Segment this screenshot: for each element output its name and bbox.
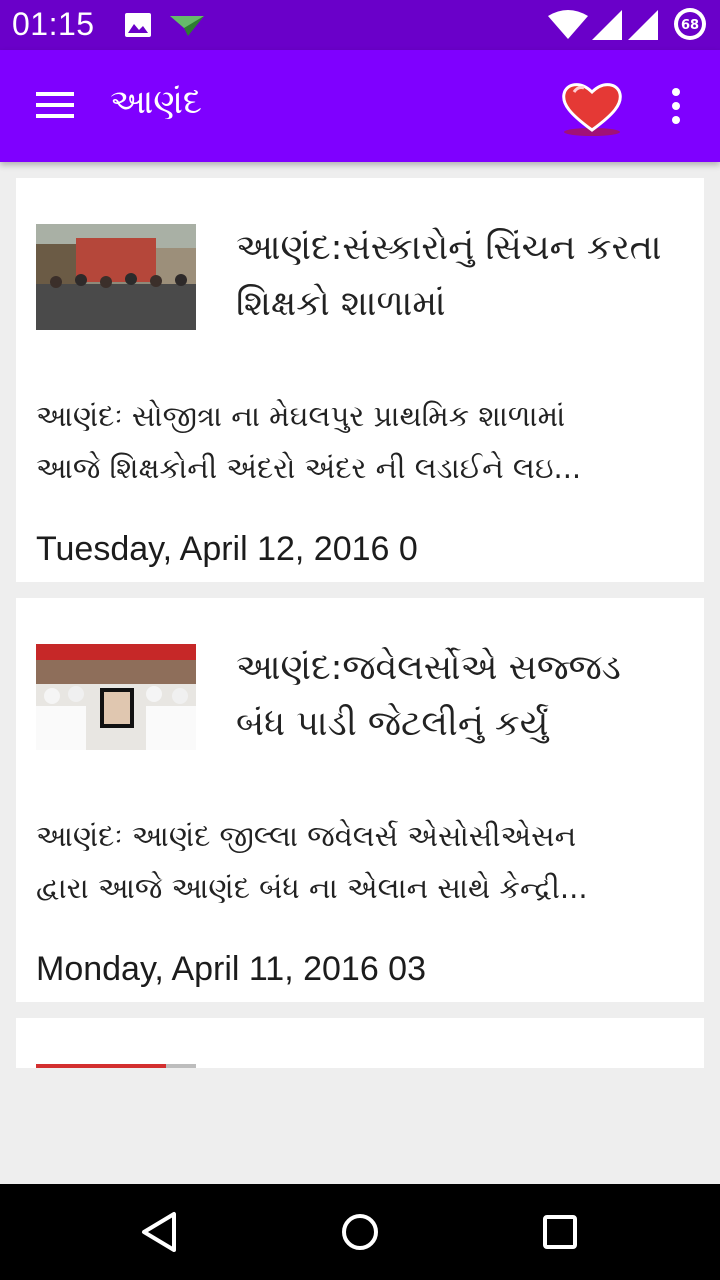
article-summary-1: આણંદઃ સોજીત્રા ના મેઘલપુર પ્રાથમિક શાળામ… — [36, 390, 686, 494]
battery-level: 68 — [681, 18, 699, 33]
article-summary-2-line1: આણંદઃ આણંદ જીલ્લા જવેલર્સ એસોસીએસન — [36, 819, 577, 853]
article-summary-1-line1: આણંદઃ સોજીત્રા ના મેઘલપુર પ્રાથમિક શાળામ… — [36, 399, 566, 433]
recents-icon[interactable] — [536, 1208, 584, 1256]
menu-icon[interactable] — [36, 88, 76, 122]
article-summary-2-line2: દ્વારા આજે આણંદ બંધ ના એલાન સાથે કેન્દ્ર… — [36, 871, 588, 905]
heart-icon[interactable] — [560, 78, 624, 138]
send-notification-icon — [170, 16, 204, 36]
article-headline-1[interactable]: આણંદ:સંસ્કારોનું સિંચન કરતા શિક્ષકો શાળા… — [236, 220, 676, 332]
article-headline-2[interactable]: આણંદ:જવેલર્સોએ સજ્જડ બંધ પાડી જેટલીનું ક… — [236, 640, 676, 752]
news-card-1[interactable]: આણંદ:સંસ્કારોનું સિંચન કરતા શિક્ષકો શાળા… — [16, 178, 704, 582]
article-summary-2: આણંદઃ આણંદ જીલ્લા જવેલર્સ એસોસીએસન દ્વાર… — [36, 810, 686, 914]
article-thumbnail-1[interactable] — [36, 224, 196, 330]
battery-icon: 68 — [674, 8, 706, 40]
more-options-icon[interactable] — [664, 86, 688, 130]
app-bar: આણંદ — [0, 50, 720, 162]
article-thumbnail-2[interactable] — [36, 644, 196, 750]
article-date-1: Tuesday, April 12, 2016 0 — [36, 530, 418, 568]
home-icon[interactable] — [336, 1208, 384, 1256]
article-thumbnail-3[interactable] — [36, 1064, 196, 1068]
back-icon[interactable] — [136, 1208, 184, 1256]
news-card-3[interactable] — [16, 1018, 704, 1068]
signal-icon — [592, 10, 622, 40]
article-summary-1-line2: આજે શિક્ષકોની અંદરો અંદર ની લડાઈને લઇ... — [36, 451, 582, 485]
news-card-2[interactable]: આણંદ:જવેલર્સોએ સજ્જડ બંધ પાડી જેટલીનું ક… — [16, 598, 704, 1002]
news-feed[interactable]: આણંદ:સંસ્કારોનું સિંચન કરતા શિક્ષકો શાળા… — [0, 162, 720, 1068]
navigation-bar — [0, 1184, 720, 1280]
article-date-2: Monday, April 11, 2016 03 — [36, 950, 427, 988]
status-bar: 01:15 68 — [0, 0, 720, 50]
image-notification-icon — [125, 13, 151, 37]
signal-icon-2 — [628, 10, 658, 40]
status-time: 01:15 — [12, 6, 95, 42]
page-title: આણંદ — [110, 82, 202, 122]
wifi-icon — [548, 10, 588, 39]
